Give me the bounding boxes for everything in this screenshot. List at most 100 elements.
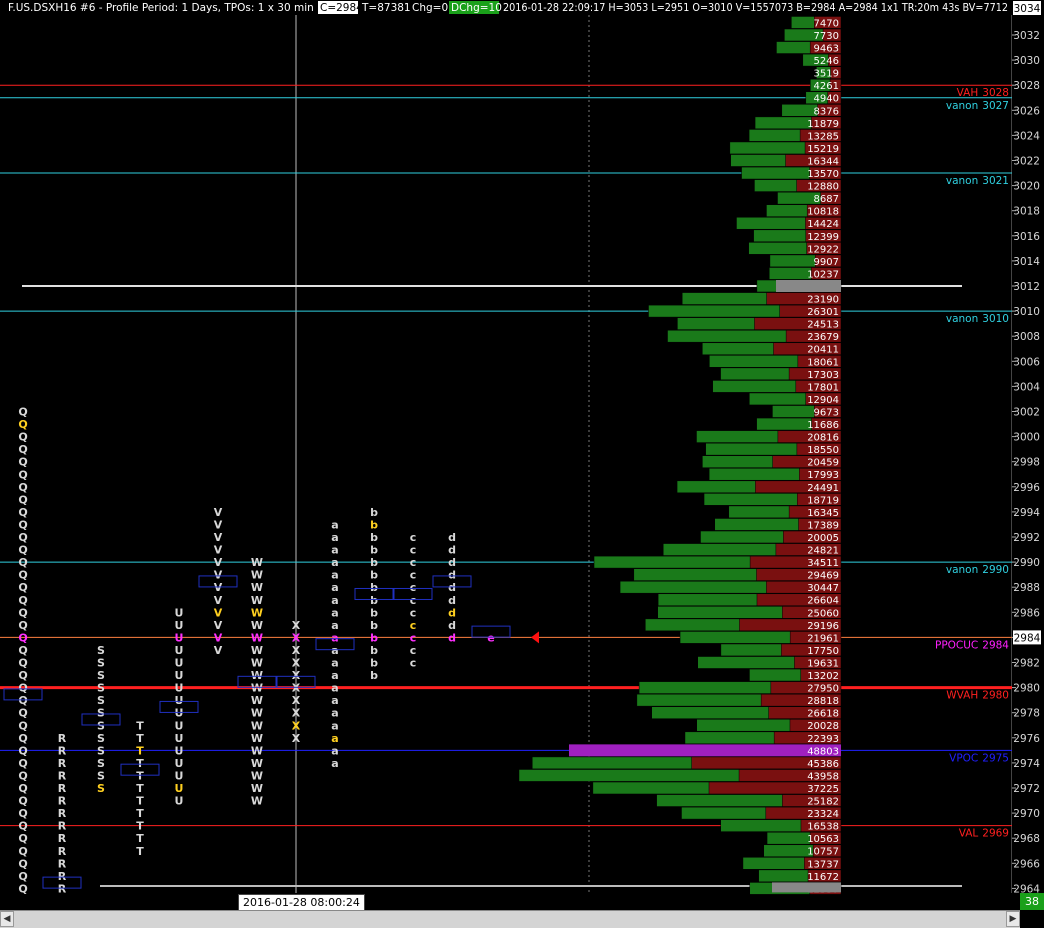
profile-volume-label: 10818 — [807, 207, 839, 218]
tpo-letter: S — [97, 719, 105, 732]
profile-bar-buy — [697, 656, 795, 669]
tpo-letter: R — [58, 870, 67, 883]
profile-bar-buy — [708, 468, 800, 481]
tpo-letter: b — [370, 531, 378, 544]
profile-volume-label: 7470 — [814, 18, 839, 29]
profile-volume-label: 26618 — [807, 709, 839, 720]
tpo-letter: Q — [18, 581, 27, 594]
tpo-letter: a — [331, 556, 338, 569]
tpo-letter: Q — [18, 644, 27, 657]
axis-label: 3032 — [1013, 30, 1040, 42]
horizontal-scrollbar[interactable]: ◀ ▶ — [0, 910, 1020, 928]
tpo-letter: a — [331, 569, 338, 582]
profile-bar-buy — [645, 618, 740, 632]
tpo-letter: S — [97, 757, 105, 770]
profile-bar-buy — [679, 631, 791, 644]
scroll-right-icon[interactable]: ▶ — [1006, 911, 1020, 927]
profile-volume-label: 9673 — [814, 407, 839, 418]
market-profile-chart[interactable]: VAH 3028vanon 3027vanon 3021vanon 3010vanon 2… — [0, 0, 1044, 927]
tpo-letter: c — [410, 594, 417, 607]
tpo-letter: Q — [18, 481, 27, 494]
profile-volume-label: 26604 — [807, 596, 839, 607]
level-name: vanon — [946, 175, 978, 187]
profile-volume-label: 8376 — [814, 106, 839, 117]
profile-volume-label: 17303 — [807, 370, 839, 381]
level-label: vanon 3021 — [946, 175, 1009, 187]
profile-bar-buy — [736, 217, 806, 230]
tpo-letter: R — [58, 782, 67, 795]
tpo-letter: X — [292, 732, 301, 745]
level-name: vanon — [946, 564, 978, 576]
tpo-letter: V — [214, 644, 223, 657]
axis-label: 2966 — [1013, 858, 1040, 870]
tpo-letter: c — [410, 657, 417, 670]
tpo-letter: Q — [18, 619, 27, 632]
level-label: PPOCUC 2984 — [935, 639, 1009, 651]
axis-label: 3020 — [1013, 181, 1040, 193]
tpo-letters: QQQQQQQQQQQQQQQQQQQQQQQQQQQQQQQQQQQQQQQR… — [3, 406, 539, 895]
tpo-letter: a — [331, 744, 338, 757]
tpo-letter: W — [251, 694, 263, 707]
profile-bar-buy — [791, 16, 815, 29]
profile-bar-buy — [720, 367, 790, 381]
profile-bar-buy — [702, 342, 774, 355]
tpo-letter: R — [58, 845, 67, 858]
tpo-letter: S — [97, 707, 105, 720]
tpo-letter: b — [370, 581, 378, 594]
profile-bar-buy — [677, 317, 755, 330]
corner-indicator: 38 — [1020, 893, 1044, 910]
tpo-letter: e — [487, 631, 494, 644]
tpo-letter: Q — [18, 418, 27, 431]
axis-label: 3018 — [1013, 206, 1040, 218]
profile-bar-buy — [749, 392, 807, 406]
tpo-letter: b — [370, 506, 378, 519]
level-price: 2980 — [982, 690, 1009, 702]
tpo-letter: c — [410, 644, 417, 657]
tpo-letter: d — [448, 581, 456, 594]
tpo-letter: a — [331, 707, 338, 720]
scroll-left-icon[interactable]: ◀ — [0, 911, 14, 927]
price-axis[interactable]: 3034 3032 3030 3028 3026 3024 3022 3020 3018 3016… — [1012, 0, 1044, 895]
profile-bar-buy — [730, 154, 786, 167]
axis-label: 2992 — [1013, 532, 1040, 544]
tpo-letter: Q — [18, 707, 27, 720]
axis-label: 3002 — [1013, 407, 1040, 419]
svg-text:F.US.DSXH16 #6 - Profile Peri: F.US.DSXH16 #6 - Profile Period: 1 Days,… — [8, 2, 314, 14]
profile-bar-buy — [696, 719, 791, 732]
level-label: vanon 3010 — [946, 313, 1009, 325]
axis-label: 2990 — [1013, 557, 1040, 569]
tpo-letter: X — [292, 631, 301, 644]
profile-volume-label: 9463 — [814, 44, 839, 55]
header-prefix: F.US.DSXH16 #6 - Profile Period: 1 Days,… — [8, 2, 314, 14]
profile-volume-label: 27950 — [807, 684, 839, 695]
level-label: WVAH 2980 — [946, 690, 1009, 702]
profile-volume-label: 18061 — [807, 357, 839, 368]
tpo-letter: R — [58, 769, 67, 782]
profile-volume-label: 17801 — [807, 382, 839, 393]
profile-bar-buy — [766, 831, 811, 845]
profile-bar-buy — [729, 141, 806, 155]
level-price: 2990 — [982, 564, 1009, 576]
tpo-letter: Q — [18, 569, 27, 582]
tpo-letter: W — [251, 594, 263, 607]
axis-label: 3012 — [1013, 281, 1040, 293]
tpo-letter: c — [410, 619, 417, 632]
profile-bar-buy — [754, 116, 812, 130]
profile-volume-label: 12399 — [807, 232, 839, 243]
tpo-letter: b — [370, 606, 378, 619]
tpo-letter: S — [97, 744, 105, 757]
profile-volume-label: 4940 — [814, 94, 839, 105]
profile-bar-buy — [742, 857, 805, 870]
axis-label: 3030 — [1013, 55, 1040, 67]
profile-bar-buy — [756, 417, 812, 431]
axis-label: 2988 — [1013, 582, 1040, 594]
tpo-letter: Q — [18, 631, 27, 644]
profile-bar-buy — [636, 693, 762, 707]
header-dchg: DChg=10 — [451, 2, 502, 14]
tpo-letter: d — [448, 556, 456, 569]
tpo-letter: X — [292, 707, 301, 720]
tpo-letter: Q — [18, 820, 27, 833]
tpo-letter: W — [251, 657, 263, 670]
tpo-letter: d — [448, 531, 456, 544]
profile-volume-label: 17993 — [807, 470, 839, 481]
